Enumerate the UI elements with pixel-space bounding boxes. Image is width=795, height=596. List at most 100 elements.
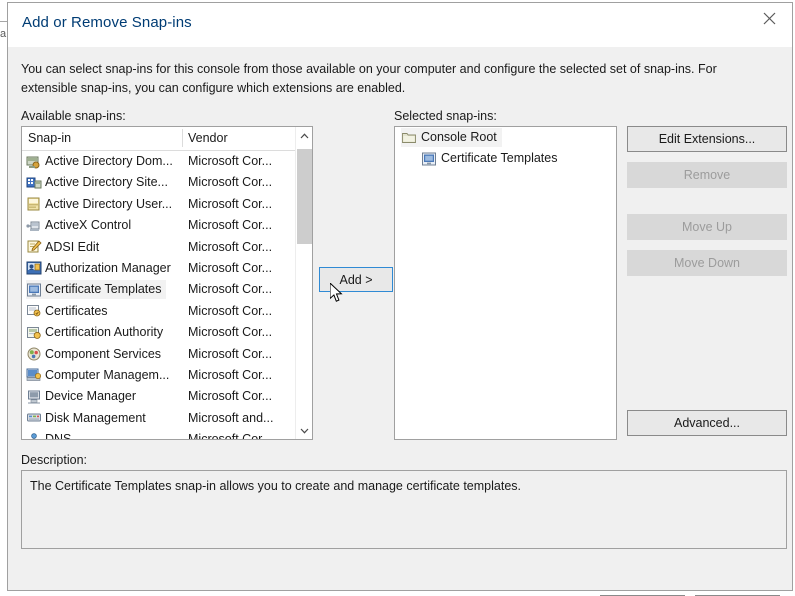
snapin-name-cell: Active Directory User... xyxy=(26,195,176,214)
close-button[interactable] xyxy=(746,3,792,33)
background-stray-text: a xyxy=(0,28,7,40)
available-snapin-row[interactable]: Active Directory Site... Microsoft Cor... xyxy=(22,172,296,193)
selected-snapins-tree[interactable]: Console Root Certificate Templates xyxy=(394,126,617,440)
snapin-name: Certificates xyxy=(45,303,108,318)
tree-node: Certificate Templates xyxy=(421,149,563,168)
snapin-name: Computer Managem... xyxy=(45,367,170,382)
adsi-edit-icon xyxy=(26,239,42,255)
tree-node-label: Console Root xyxy=(421,130,497,144)
snapin-name-cell: DNS xyxy=(26,430,75,439)
snapin-name-cell: Component Services xyxy=(26,345,165,364)
selected-snapin-row[interactable]: Console Root xyxy=(395,127,616,148)
edit-extensions-button[interactable]: Edit Extensions... xyxy=(627,126,787,152)
ad-domains-icon xyxy=(26,154,42,170)
selected-snapin-row[interactable]: Certificate Templates xyxy=(395,148,616,169)
available-snapin-row[interactable]: Certification Authority Microsoft Cor... xyxy=(22,322,296,343)
disk-management-icon xyxy=(26,410,42,426)
available-snapins-list[interactable]: Snap-in Vendor Active Directory Dom... Mi… xyxy=(21,126,313,440)
snapin-name-cell: Authorization Manager xyxy=(26,259,175,278)
snapin-name: Active Directory User... xyxy=(45,196,173,211)
component-services-icon xyxy=(26,346,42,362)
certification-authority-icon xyxy=(26,325,42,341)
snapin-vendor: Microsoft Cor... xyxy=(188,346,273,361)
chevron-down-icon xyxy=(300,428,309,434)
snapin-vendor: Microsoft Cor... xyxy=(188,260,273,275)
snapin-name: Certificate Templates xyxy=(45,282,162,297)
chevron-up-icon xyxy=(300,132,309,138)
screen: a Add or Remove Snap-ins You can select … xyxy=(0,0,795,596)
available-snapin-row[interactable]: ADSI Edit Microsoft Cor... xyxy=(22,237,296,258)
snapin-name: DNS xyxy=(45,430,71,439)
scroll-down-button[interactable] xyxy=(296,422,312,439)
snapin-name-cell: Certificate Templates xyxy=(26,280,166,300)
remove-button: Remove xyxy=(627,162,787,188)
ad-users-icon xyxy=(26,196,42,212)
available-snapin-row[interactable]: ActiveX Control Microsoft Cor... xyxy=(22,215,296,236)
certificate-templates-icon xyxy=(421,151,437,167)
snapin-name: ActiveX Control xyxy=(45,218,132,233)
selected-snapins-label: Selected snap-ins: xyxy=(394,109,497,123)
available-snapin-row[interactable]: Active Directory User... Microsoft Cor... xyxy=(22,194,296,215)
dialog-title: Add or Remove Snap-ins xyxy=(22,14,192,31)
dialog-body: You can select snap-ins for this console… xyxy=(8,47,792,596)
scrollbar-track[interactable] xyxy=(296,144,312,422)
snapin-name: Disk Management xyxy=(45,410,146,425)
snapin-name: Device Manager xyxy=(45,389,137,404)
column-header-vendor[interactable]: Vendor xyxy=(188,131,228,145)
close-icon xyxy=(763,12,775,24)
snapin-name: Authorization Manager xyxy=(45,260,171,275)
available-snapin-row[interactable]: Disk Management Microsoft and... xyxy=(22,408,296,429)
add-button[interactable]: Add > xyxy=(318,266,394,293)
list-column-headers: Snap-in Vendor xyxy=(22,127,312,151)
snapin-name-cell: Computer Managem... xyxy=(26,366,173,385)
snapin-name-cell: Disk Management xyxy=(26,409,150,428)
available-list-scrollbar[interactable] xyxy=(295,127,312,439)
snapin-name-cell: Certificates xyxy=(26,302,112,321)
available-snapin-row[interactable]: Active Directory Dom... Microsoft Cor... xyxy=(22,151,296,172)
tree-node-label: Certificate Templates xyxy=(441,151,558,165)
snapin-name: Component Services xyxy=(45,346,162,361)
available-snapin-row[interactable]: Certificate Templates Microsoft Cor... xyxy=(22,279,296,300)
snapin-vendor: Microsoft and... xyxy=(188,410,274,425)
snapin-vendor: Microsoft Cor... xyxy=(188,430,272,439)
description-box: The Certificate Templates snap-in allows… xyxy=(21,470,787,549)
snapin-vendor: Microsoft Cor... xyxy=(188,367,273,382)
ad-sites-icon xyxy=(26,175,42,191)
dns-icon xyxy=(26,432,42,439)
description-text: The Certificate Templates snap-in allows… xyxy=(30,479,521,493)
activex-icon xyxy=(26,218,42,234)
snapin-name-cell: ADSI Edit xyxy=(26,238,103,257)
snapin-vendor: Microsoft Cor... xyxy=(188,154,273,168)
available-snapin-row[interactable]: Certificates Microsoft Cor... xyxy=(22,301,296,322)
column-header-snapin[interactable]: Snap-in xyxy=(28,131,71,145)
certificates-icon xyxy=(26,303,42,319)
available-snapin-row[interactable]: Device Manager Microsoft Cor... xyxy=(22,386,296,407)
snapin-vendor: Microsoft Cor... xyxy=(188,325,273,340)
snapin-vendor: Microsoft Cor... xyxy=(188,196,273,211)
computer-management-icon xyxy=(26,367,42,383)
column-divider[interactable] xyxy=(182,129,183,147)
snapin-name: Certification Authority xyxy=(45,325,164,340)
snapin-name-cell: Active Directory Site... xyxy=(26,173,172,192)
available-snapin-row[interactable]: Computer Managem... Microsoft Cor... xyxy=(22,365,296,386)
add-remove-snapins-dialog: Add or Remove Snap-ins You can select sn… xyxy=(7,2,793,596)
advanced-button[interactable]: Advanced... xyxy=(627,410,787,436)
snapin-vendor: Microsoft Cor... xyxy=(188,389,273,404)
snapin-name-cell: Device Manager xyxy=(26,387,140,406)
available-rows-container: Active Directory Dom... Microsoft Cor... A… xyxy=(22,151,296,439)
dialog-titlebar: Add or Remove Snap-ins xyxy=(8,3,792,47)
available-snapin-row[interactable]: Authorization Manager Microsoft Cor... xyxy=(22,258,296,279)
snapin-name: ADSI Edit xyxy=(45,239,100,254)
move-down-button: Move Down xyxy=(627,250,787,276)
scroll-up-button[interactable] xyxy=(296,127,312,144)
snapin-vendor: Microsoft Cor... xyxy=(188,239,273,254)
folder-icon xyxy=(401,130,417,146)
available-snapin-row[interactable]: DNS Microsoft Cor... xyxy=(22,429,296,439)
snapin-vendor: Microsoft Cor... xyxy=(188,303,273,318)
snapin-vendor: Microsoft Cor... xyxy=(188,282,273,297)
authorization-manager-icon xyxy=(26,260,42,276)
scrollbar-thumb[interactable] xyxy=(297,149,312,244)
available-snapins-label: Available snap-ins: xyxy=(21,109,126,123)
dialog-intro-text: You can select snap-ins for this console… xyxy=(21,62,717,95)
available-snapin-row[interactable]: Component Services Microsoft Cor... xyxy=(22,344,296,365)
